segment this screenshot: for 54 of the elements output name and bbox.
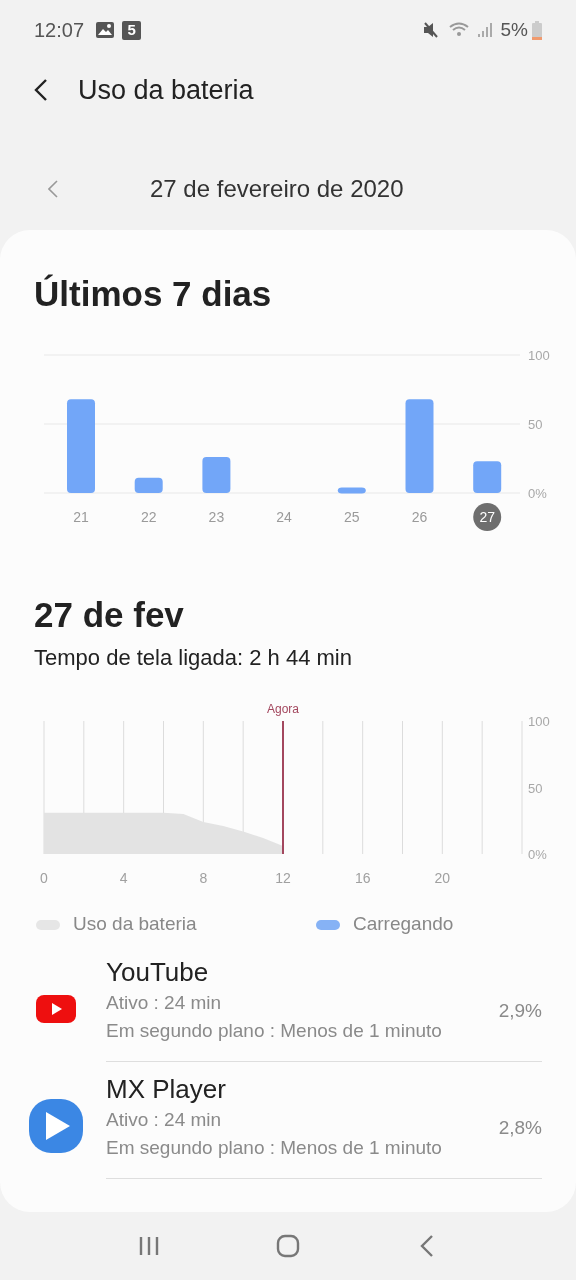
legend-label: Carregando [353, 912, 454, 937]
day-label[interactable]: 27 [479, 508, 495, 525]
app-name: MX Player [106, 1072, 227, 1106]
image-icon [96, 22, 115, 38]
axis-label: 100 [528, 713, 550, 729]
active-time: Ativo : 24 min [106, 1107, 223, 1132]
active-time: Ativo : 24 min [106, 990, 223, 1015]
day-label[interactable]: 24 [276, 508, 292, 525]
chevron-left-icon [48, 180, 58, 198]
battery-icon [532, 20, 542, 40]
axis-label: 50 [528, 416, 543, 432]
background-time: Em segundo plano : Menos de 1 minuto [106, 1135, 443, 1160]
axis-label: 12 [275, 869, 291, 886]
screen-time: Tempo de tela ligada: 2 h 44 min [33, 643, 353, 672]
axis-label: 0 [40, 869, 48, 886]
day-label[interactable]: 23 [208, 508, 225, 525]
notification-badge: 5 [122, 20, 142, 40]
back-icon [34, 78, 48, 102]
axis-label: 8 [199, 869, 208, 886]
day-label[interactable]: 26 [411, 508, 428, 525]
day-label[interactable]: 21 [73, 508, 89, 525]
now-label: Agora [267, 701, 299, 716]
axis-label: 16 [354, 869, 371, 886]
section-title: 27 de fev [33, 593, 185, 636]
day-label[interactable]: 22 [140, 508, 157, 525]
bar [202, 456, 231, 493]
clock: 12:07 [34, 18, 85, 43]
play-icon [35, 993, 77, 1024]
axis-label: 0% [528, 485, 547, 501]
home-icon [276, 1234, 300, 1258]
section-title: Últimos 7 dias [33, 273, 273, 315]
mute-icon [422, 21, 441, 39]
axis-label: 100 [528, 347, 550, 363]
bar [473, 460, 502, 493]
date-label: 27 de fevereiro de 2020 [150, 174, 404, 204]
axis-label: 50 [528, 780, 543, 795]
signal-icon [476, 22, 493, 38]
app-name: YouTube [106, 955, 210, 989]
bar [337, 487, 366, 493]
background-time: Em segundo plano : Menos de 1 minuto [106, 1018, 443, 1043]
page-title: Uso da bateria [78, 73, 254, 107]
wifi-icon [448, 22, 469, 38]
back-icon [419, 1234, 434, 1258]
bar [134, 477, 163, 493]
battery-percent: 5% [500, 17, 528, 42]
usage-percent: 2,9% [498, 998, 542, 1023]
legend-label: Uso da bateria [73, 912, 197, 937]
usage-percent: 2,8% [498, 1115, 542, 1140]
axis-label: 20 [434, 869, 451, 886]
axis-label: 4 [119, 869, 128, 886]
recent-apps-icon [138, 1236, 161, 1256]
play-icon [28, 1097, 84, 1154]
axis-label: 0% [528, 846, 547, 862]
day-label[interactable]: 25 [344, 508, 360, 525]
